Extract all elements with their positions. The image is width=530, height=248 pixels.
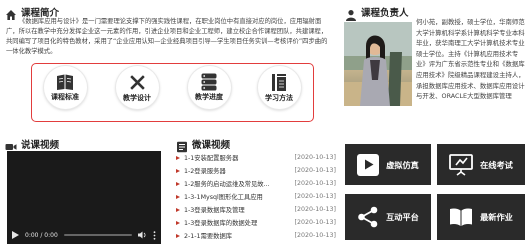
course-standard-icon	[57, 74, 73, 90]
intro-paragraph: 《数据库应用与设计》是一门需要理论支撑下的强实践性课程，在职业岗位中有直接对应的…	[6, 18, 328, 55]
bullet-icon	[176, 194, 180, 199]
bullet-icon	[176, 207, 180, 212]
more-options-icon[interactable]	[153, 230, 156, 240]
learning-method-circle: 学习方法	[257, 66, 301, 109]
video-camera-icon	[5, 138, 17, 150]
person-icon	[345, 6, 357, 21]
list-item[interactable]: 2-1-1需要数据库 [2020-10-13]	[176, 229, 336, 242]
learning-method-label: 学习方法	[265, 93, 293, 102]
latest-homework-label: 最新作业	[480, 212, 513, 222]
bullet-icon	[176, 155, 180, 160]
micro-list: 1-1安装配置服务器 [2020-10-13] 1-2登录服务器 [2020-10-…	[176, 151, 336, 242]
volume-icon[interactable]	[138, 231, 147, 239]
teaching-design-icon	[129, 74, 145, 90]
list-item[interactable]: 1-2登录服务器 [2020-10-13]	[176, 164, 336, 177]
document-list-icon	[176, 138, 188, 153]
virtual-simulation-tile[interactable]: 虚拟仿真	[345, 144, 431, 185]
teaching-design-button[interactable]: 教学设计	[109, 66, 165, 109]
micro-header: 微课视频	[176, 137, 231, 153]
person-bio: 何小苑，副教授，硕士学位，华南师范大学计算机科学系计算机科学专业本科毕业，获华南…	[416, 18, 525, 101]
list-item[interactable]: 1-2服务的启动运维及常见故... [2020-10-13]	[176, 177, 336, 190]
teaching-progress-circle: 教学进度	[187, 66, 231, 109]
bullet-icon	[176, 181, 180, 186]
person-title: 课程负责人	[361, 8, 409, 19]
video-seekbar[interactable]	[63, 234, 132, 236]
virtual-simulation-label: 虚拟仿真	[386, 159, 419, 170]
teaching-design-circle: 教学设计	[115, 66, 159, 109]
learning-method-button[interactable]: 学习方法	[251, 66, 307, 109]
bullet-icon	[176, 168, 180, 173]
play-icon	[357, 153, 380, 176]
course-standard-button[interactable]: 课程标准	[37, 66, 93, 109]
book-icon	[449, 207, 473, 227]
teaching-progress-label: 教学进度	[195, 93, 223, 101]
teaching-progress-button[interactable]: 教学进度	[181, 66, 237, 109]
video-title: 说课视频	[21, 140, 60, 151]
bullet-icon	[176, 233, 180, 238]
person-header: 课程负责人	[345, 5, 409, 21]
course-standard-label: 课程标准	[51, 93, 79, 101]
bullet-icon	[176, 220, 180, 225]
list-item[interactable]: 1-1安装配置服务器 [2020-10-13]	[176, 151, 336, 164]
share-icon	[357, 206, 379, 228]
teaching-design-label: 教学设计	[123, 93, 151, 102]
learning-method-icon	[272, 73, 286, 91]
video-player[interactable]: 0:00 / 0:00	[7, 151, 161, 244]
interactive-platform-label: 互动平台	[386, 212, 419, 222]
presentation-icon	[449, 153, 474, 176]
micro-title: 微课视频	[192, 140, 231, 151]
course-standard-circle: 课程标准	[43, 66, 87, 109]
play-icon[interactable]	[12, 231, 19, 239]
online-exam-label: 在线考试	[480, 159, 513, 170]
interactive-platform-tile[interactable]: 互动平台	[345, 194, 431, 240]
latest-homework-tile[interactable]: 最新作业	[437, 194, 525, 240]
video-time: 0:00 / 0:00	[25, 231, 58, 239]
list-item[interactable]: 1-3-1Mysql图形化工具应用 [2020-10-13]	[176, 190, 336, 203]
video-controls: 0:00 / 0:00	[7, 226, 161, 244]
person-photo	[344, 22, 412, 106]
list-item[interactable]: 1-3登录数据库的数据处理 [2020-10-13]	[176, 216, 336, 229]
online-exam-tile[interactable]: 在线考试	[437, 144, 525, 185]
teaching-progress-icon	[201, 73, 217, 91]
video-header: 说课视频	[5, 137, 59, 151]
list-item[interactable]: 1-3登录数据库及管理 [2020-10-13]	[176, 203, 336, 216]
